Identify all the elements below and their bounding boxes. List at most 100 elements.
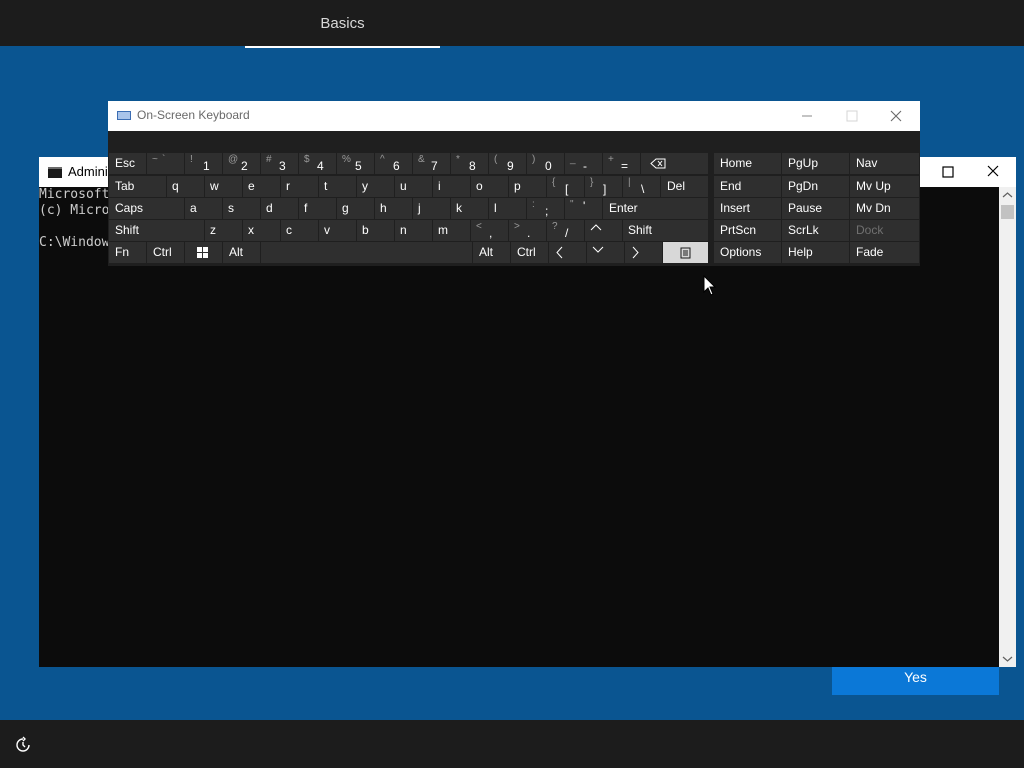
key-space[interactable]: [261, 242, 472, 263]
key-s[interactable]: s: [223, 198, 260, 219]
key-shift-right[interactable]: Shift: [623, 220, 708, 241]
key-shift-left[interactable]: Shift: [109, 220, 204, 241]
key-slash[interactable]: ? /: [547, 220, 584, 241]
key-5[interactable]: % 5: [337, 153, 374, 174]
key-backslash[interactable]: | \: [623, 176, 660, 197]
key-c[interactable]: c: [281, 220, 318, 241]
key-minus[interactable]: _ -: [565, 153, 602, 174]
key-home[interactable]: Home: [714, 153, 781, 174]
key-end[interactable]: End: [714, 176, 781, 197]
scrollbar-thumb[interactable]: [1001, 205, 1014, 219]
key-left-bracket[interactable]: {[: [547, 176, 584, 197]
key-pause[interactable]: Pause: [782, 198, 849, 219]
key-del[interactable]: Del: [661, 176, 708, 197]
key-f[interactable]: f: [299, 198, 336, 219]
setup-header: [0, 0, 1024, 46]
key-6[interactable]: ^ 6: [375, 153, 412, 174]
key-4[interactable]: $4: [299, 153, 336, 174]
key-arrow-up[interactable]: [585, 220, 622, 241]
key-comma[interactable]: <,: [471, 220, 508, 241]
key-prtscn[interactable]: PrtScn: [714, 220, 781, 241]
key-caps[interactable]: Caps: [109, 198, 184, 219]
key-n[interactable]: n: [395, 220, 432, 241]
key-o[interactable]: o: [471, 176, 508, 197]
vertical-scrollbar[interactable]: [999, 187, 1016, 667]
key-y[interactable]: y: [357, 176, 394, 197]
key-k[interactable]: k: [451, 198, 488, 219]
key-2[interactable]: @2: [223, 153, 260, 174]
key-t[interactable]: t: [319, 176, 356, 197]
key-pgup[interactable]: PgUp: [782, 153, 849, 174]
key-ctrl-left[interactable]: Ctrl: [147, 242, 184, 263]
key-quote[interactable]: " ': [565, 198, 602, 219]
key-windows[interactable]: [185, 242, 222, 263]
key-fade[interactable]: Fade: [850, 242, 919, 263]
console-line: C:\Window: [39, 235, 110, 250]
key-dock: Dock: [850, 220, 919, 241]
key-g[interactable]: g: [337, 198, 374, 219]
key-3[interactable]: #3: [261, 153, 298, 174]
arrow-left-icon: [556, 246, 563, 259]
windows-logo-icon: [197, 247, 208, 258]
key-m[interactable]: m: [433, 220, 470, 241]
key-h[interactable]: h: [375, 198, 412, 219]
key-u[interactable]: u: [395, 176, 432, 197]
key-period[interactable]: >.: [509, 220, 546, 241]
key-b[interactable]: b: [357, 220, 394, 241]
key-w[interactable]: w: [205, 176, 242, 197]
scroll-down-icon[interactable]: [999, 650, 1016, 667]
key-insert[interactable]: Insert: [714, 198, 781, 219]
key-move-down[interactable]: Mv Dn: [850, 198, 919, 219]
key-fn[interactable]: Fn: [109, 242, 146, 263]
osk-titlebar[interactable]: On-Screen Keyboard: [108, 101, 920, 131]
key-nav[interactable]: Nav: [850, 153, 919, 174]
mouse-pointer-icon: [703, 275, 717, 296]
key-enter[interactable]: Enter: [603, 198, 708, 219]
key-arrow-down[interactable]: [587, 242, 624, 263]
minimize-icon[interactable]: [800, 109, 814, 123]
key-menu[interactable]: [663, 242, 708, 263]
key-move-up[interactable]: Mv Up: [850, 176, 919, 197]
key-z[interactable]: z: [205, 220, 242, 241]
key-semicolon[interactable]: :;: [527, 198, 564, 219]
key-d[interactable]: d: [261, 198, 298, 219]
key-9[interactable]: (9: [489, 153, 526, 174]
key-equal[interactable]: + =: [603, 153, 640, 174]
key-a[interactable]: a: [185, 198, 222, 219]
tab-basics[interactable]: Basics: [245, 0, 440, 48]
key-alt-left[interactable]: Alt: [223, 242, 260, 263]
ease-of-access-icon[interactable]: [14, 736, 32, 754]
key-e[interactable]: e: [243, 176, 280, 197]
key-alt-right[interactable]: Alt: [473, 242, 510, 263]
key-arrow-left[interactable]: [549, 242, 586, 263]
key-tab[interactable]: Tab: [109, 176, 166, 197]
key-0[interactable]: ) 0: [527, 153, 564, 174]
key-7[interactable]: & 7: [413, 153, 450, 174]
key-right-bracket[interactable]: }]: [585, 176, 622, 197]
cmd-app-icon: [48, 167, 62, 178]
key-backspace[interactable]: [641, 153, 708, 174]
scroll-up-icon[interactable]: [999, 187, 1016, 204]
maximize-icon[interactable]: [935, 157, 961, 187]
console-output[interactable]: Microsoft (c) Micro C:\Window: [39, 187, 109, 251]
key-pgdn[interactable]: PgDn: [782, 176, 849, 197]
key-q[interactable]: q: [167, 176, 204, 197]
key-options[interactable]: Options: [714, 242, 781, 263]
key-j[interactable]: j: [413, 198, 450, 219]
key-x[interactable]: x: [243, 220, 280, 241]
key-i[interactable]: i: [433, 176, 470, 197]
key-scrlk[interactable]: ScrLk: [782, 220, 849, 241]
key-1[interactable]: ! 1: [185, 153, 222, 174]
key-help[interactable]: Help: [782, 242, 849, 263]
key-8[interactable]: * 8: [451, 153, 488, 174]
close-icon[interactable]: [982, 157, 1004, 187]
close-icon[interactable]: [889, 109, 903, 123]
key-backtick[interactable]: ~ `: [147, 153, 184, 174]
key-esc[interactable]: Esc: [109, 153, 146, 174]
key-arrow-right[interactable]: [625, 242, 662, 263]
key-p[interactable]: p: [509, 176, 546, 197]
key-r[interactable]: r: [281, 176, 318, 197]
key-l[interactable]: l: [489, 198, 526, 219]
key-v[interactable]: v: [319, 220, 356, 241]
key-ctrl-right[interactable]: Ctrl: [511, 242, 548, 263]
